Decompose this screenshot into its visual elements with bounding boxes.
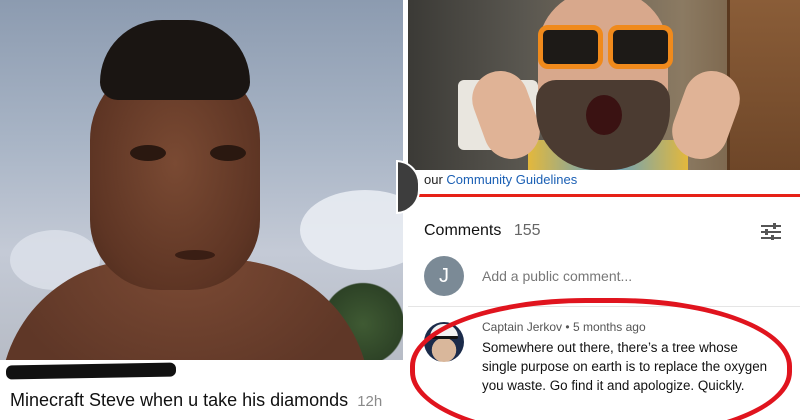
comments-label: Comments (424, 222, 502, 239)
sort-filter-icon[interactable] (760, 222, 782, 240)
highlight-circle (410, 298, 792, 420)
left-panel: Minecraft Steve when u take his diamonds… (0, 0, 403, 420)
comments-header: Comments 155 (424, 222, 541, 240)
add-comment-row[interactable]: J Add a public comment... (424, 256, 784, 296)
sunglasses-lens (538, 25, 603, 69)
comments-count: 155 (513, 222, 541, 239)
background-cabinet (727, 0, 800, 172)
video-frame-left[interactable] (0, 0, 403, 360)
community-guidelines-link[interactable]: Community Guidelines (446, 172, 577, 187)
person-hair (100, 20, 250, 100)
right-panel: our Community Guidelines Comments 155 J … (408, 0, 800, 420)
sunglasses-lens (608, 25, 673, 69)
sky-cloud (300, 190, 403, 270)
avatar: J (424, 256, 464, 296)
guidelines-line: our Community Guidelines (408, 170, 800, 194)
username-bar (0, 360, 403, 382)
person-photo (0, 20, 370, 360)
redacted-username (5, 362, 177, 380)
video-frame-right[interactable] (408, 0, 800, 172)
sunglasses (538, 25, 673, 69)
person-eye (210, 145, 246, 161)
person-mouth (175, 250, 215, 260)
add-comment-input[interactable]: Add a public comment... (482, 268, 632, 284)
post-time: 12h (357, 393, 383, 410)
video-progress-bar[interactable] (408, 194, 800, 197)
person-eye (130, 145, 166, 161)
guidelines-prefix: our (424, 172, 443, 187)
post-caption: Minecraft Steve when u take his diamonds… (10, 390, 382, 411)
caption-text: Minecraft Steve when u take his diamonds (10, 390, 349, 410)
person-mouth (586, 95, 622, 135)
